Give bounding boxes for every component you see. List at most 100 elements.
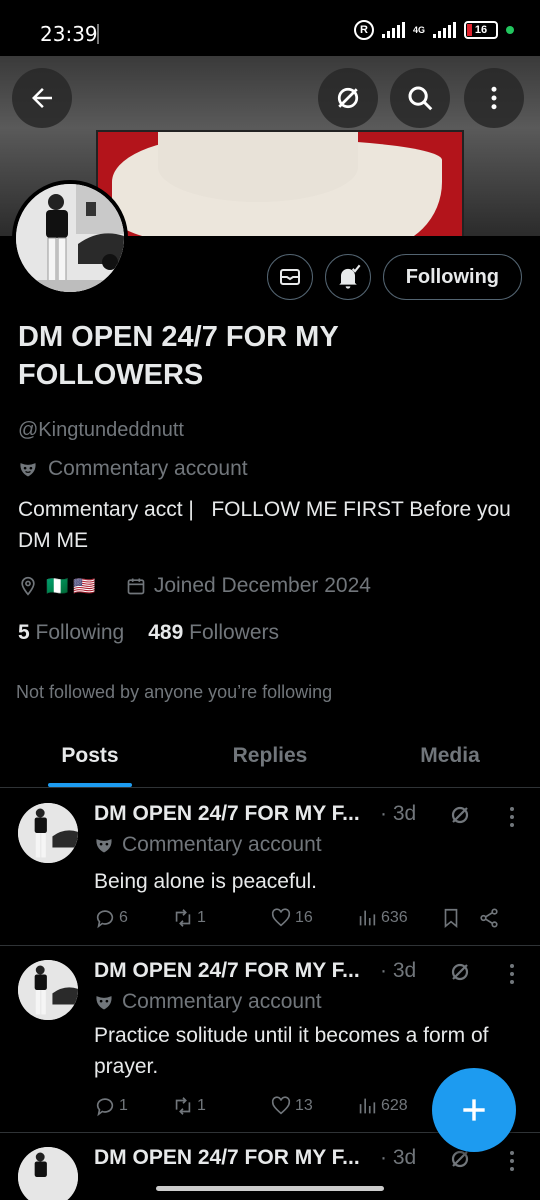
post-text: Being alone is peaceful. — [94, 870, 317, 893]
active-tab-indicator — [48, 783, 132, 787]
post-label-text: Commentary account — [122, 990, 322, 1013]
tab-media[interactable]: Media — [360, 726, 540, 787]
battery-level: 16 — [474, 24, 488, 36]
share-button[interactable] — [478, 907, 500, 929]
profile-bio: Commentary acct | FOLLOW ME FIRST Before… — [18, 498, 517, 552]
avatar-image — [18, 1147, 78, 1200]
profile-actions: Following — [266, 254, 522, 300]
status-bar: 23:39 R 4G 16 — [0, 0, 540, 56]
signal-icon-2 — [433, 22, 456, 38]
views-icon — [359, 910, 376, 926]
heart-icon — [271, 908, 291, 927]
post-actions: 6 1 16 636 — [94, 907, 524, 929]
more-options-button[interactable] — [464, 68, 524, 128]
reply-button[interactable]: 6 — [94, 907, 172, 929]
followers-link[interactable]: 489 Followers — [148, 621, 279, 645]
views-button[interactable]: 636 — [356, 907, 440, 929]
profile-avatar[interactable] — [12, 180, 128, 296]
grok-icon[interactable] — [448, 960, 472, 984]
calendar-icon — [127, 578, 145, 595]
grok-icon — [337, 87, 359, 109]
gesture-home-bar[interactable] — [156, 1186, 384, 1191]
views-count: 628 — [381, 1097, 408, 1114]
registered-icon: R — [353, 20, 374, 40]
bookmark-icon — [444, 908, 458, 929]
location-flags: 🇳🇬 🇺🇸 — [46, 575, 96, 596]
repost-count: 1 — [197, 909, 206, 926]
avatar-image — [18, 960, 78, 1020]
repost-icon — [175, 1097, 191, 1115]
back-button[interactable] — [12, 68, 72, 128]
repost-button[interactable]: 1 — [172, 1095, 270, 1117]
message-button[interactable] — [266, 254, 313, 300]
battery-icon: 16 — [464, 21, 498, 39]
heart-icon — [271, 1096, 291, 1115]
more-vertical-icon — [491, 86, 497, 110]
account-label[interactable]: Commentary account — [18, 457, 248, 481]
post-more-button[interactable] — [510, 1151, 516, 1171]
followers-label: Followers — [189, 621, 279, 644]
mask-icon — [96, 839, 112, 853]
privacy-dot — [506, 26, 514, 34]
like-button[interactable]: 13 — [270, 1095, 356, 1117]
status-divider — [97, 24, 99, 44]
views-button[interactable]: 628 — [356, 1095, 440, 1117]
repost-count: 1 — [197, 1097, 206, 1114]
post-item[interactable]: DM OPEN 24/7 FOR MY F... · 3d Commentary… — [0, 789, 540, 946]
repost-button[interactable]: 1 — [172, 907, 270, 929]
post-author-name[interactable]: DM OPEN 24/7 FOR MY F... — [94, 802, 360, 826]
views-icon — [359, 1098, 376, 1114]
post-author-name[interactable]: DM OPEN 24/7 FOR MY F... — [94, 959, 360, 983]
profile-handle: @Kingtundeddnutt — [18, 419, 184, 441]
mutual-followers-note: Not followed by anyone you’re following — [16, 682, 333, 702]
plus-icon — [463, 1099, 485, 1121]
following-button[interactable]: Following — [382, 254, 522, 300]
post-avatar[interactable] — [18, 803, 78, 863]
like-count: 16 — [295, 909, 313, 926]
search-button[interactable] — [390, 68, 450, 128]
post-account-label: Commentary account — [94, 990, 322, 1014]
views-count: 636 — [381, 909, 408, 926]
grok-button[interactable] — [318, 68, 378, 128]
avatar-image — [18, 803, 78, 863]
post-label-text: Commentary account — [122, 833, 322, 856]
post-author-name[interactable]: DM OPEN 24/7 FOR MY F... — [94, 1146, 360, 1170]
post-more-button[interactable] — [510, 807, 516, 827]
tab-posts[interactable]: Posts — [0, 726, 180, 787]
like-button[interactable]: 16 — [270, 907, 356, 929]
reply-icon — [96, 910, 114, 929]
like-count: 13 — [295, 1097, 313, 1114]
post-time[interactable]: · 3d — [380, 802, 416, 826]
following-count: 5 — [18, 621, 30, 644]
share-icon — [480, 908, 498, 928]
notifications-button[interactable] — [324, 254, 371, 300]
post-avatar[interactable] — [18, 1147, 78, 1200]
compose-post-button[interactable] — [432, 1068, 516, 1152]
account-label-text: Commentary account — [48, 457, 248, 480]
post-account-label: Commentary account — [94, 833, 322, 857]
reply-count: 1 — [119, 1097, 128, 1114]
status-time: 23:39 — [40, 22, 98, 46]
tab-posts-label: Posts — [61, 744, 119, 767]
post-time[interactable]: · 3d — [380, 1146, 416, 1170]
post-time[interactable]: · 3d — [380, 959, 416, 983]
post-avatar[interactable] — [18, 960, 78, 1020]
reply-count: 6 — [119, 909, 128, 926]
post-more-button[interactable] — [510, 964, 516, 984]
display-name: DM OPEN 24/7 FOR MY FOLLOWERS — [18, 321, 339, 391]
following-label: Following — [35, 621, 125, 644]
tab-replies[interactable]: Replies — [180, 726, 360, 787]
search-icon — [408, 86, 433, 111]
followers-count: 489 — [148, 621, 184, 644]
banner-painting — [96, 130, 464, 236]
following-link[interactable]: 5 Following — [18, 621, 124, 645]
grok-icon[interactable] — [448, 803, 472, 827]
profile-meta: 🇳🇬 🇺🇸 Joined December 2024 — [18, 574, 371, 598]
bookmark-button[interactable] — [440, 907, 478, 929]
status-icons: R 4G 16 — [353, 20, 514, 40]
repost-icon — [175, 909, 191, 927]
reply-button[interactable]: 1 — [94, 1095, 172, 1117]
profile-tabs: Posts Replies Media — [0, 726, 540, 788]
mask-icon — [20, 463, 36, 477]
tab-replies-label: Replies — [232, 744, 308, 767]
